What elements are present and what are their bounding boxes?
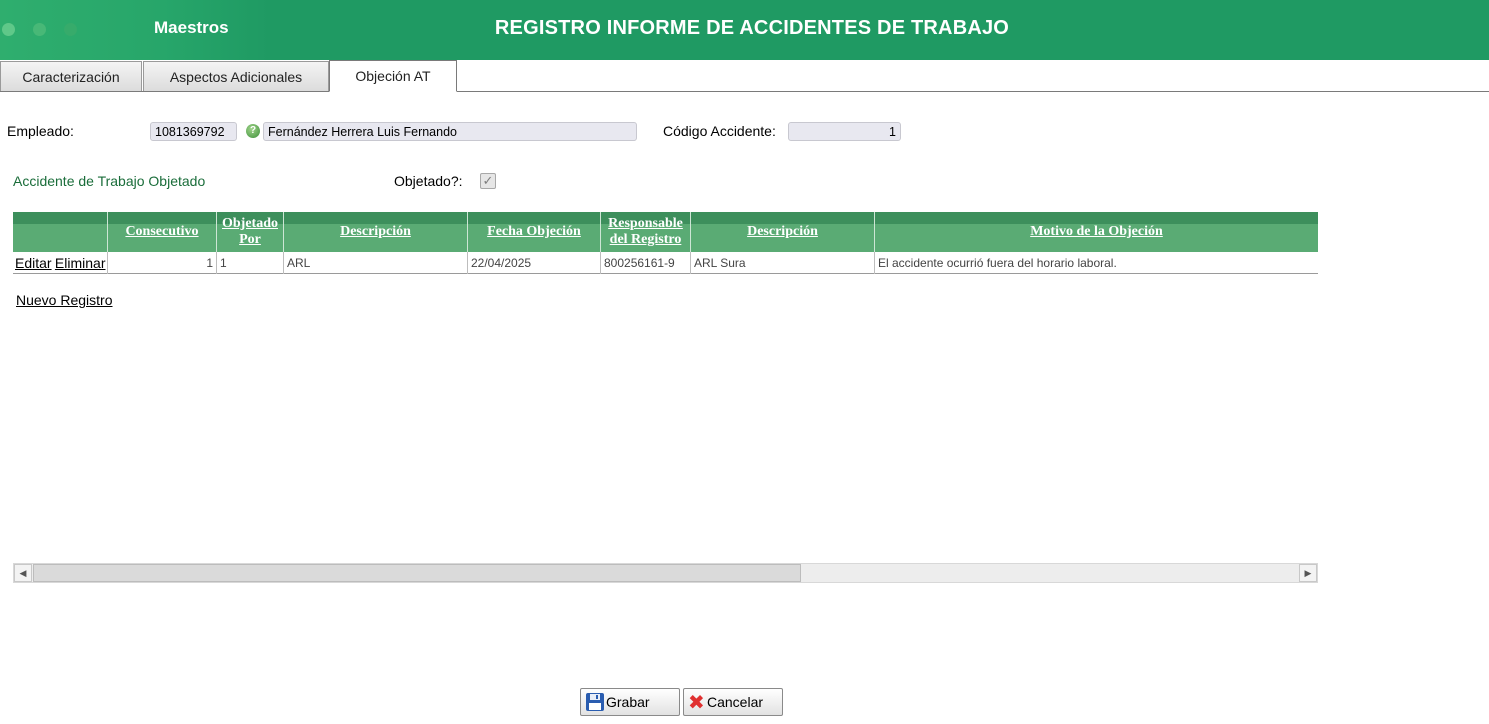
grid-col-consecutivo[interactable]: Consecutivo (107, 212, 216, 252)
objection-section-label: Accidente de Trabajo Objetado (13, 173, 206, 189)
scroll-thumb[interactable] (33, 564, 801, 582)
grid-header: Consecutivo Objetado Por Descripción Fec… (13, 212, 1318, 252)
save-button-label: Grabar (606, 694, 650, 710)
red-x-icon: ✖ (688, 690, 705, 714)
tab-divider (0, 91, 1489, 92)
cell-responsable: 800256161-9 (600, 252, 690, 274)
save-button[interactable]: Grabar (580, 688, 680, 716)
objected-checkbox[interactable]: ✓ (480, 173, 496, 189)
cancel-button-label: Cancelar (707, 694, 764, 710)
row-actions: Editar Eliminar (13, 252, 107, 274)
accident-code-label: Código Accidente: (663, 123, 776, 139)
tab-objecion-at[interactable]: Objeción AT (329, 60, 457, 92)
employee-label: Empleado: (7, 123, 74, 139)
grid-col-objetado-por[interactable]: Objetado Por (216, 212, 283, 252)
cell-consecutivo: 1 (107, 252, 216, 274)
grid-col-motivo[interactable]: Motivo de la Objeción (874, 212, 1318, 252)
employee-name-field: Fernández Herrera Luis Fernando (263, 122, 637, 141)
objected-label: Objetado?: (394, 173, 463, 189)
employee-id-field: 1081369792 (150, 122, 237, 141)
tab-caracterizacion[interactable]: Caracterización (0, 61, 142, 91)
floppy-disk-icon (585, 692, 605, 712)
grid-col-responsable[interactable]: Responsable del Registro (600, 212, 690, 252)
scroll-left-icon[interactable]: ◀ (14, 564, 32, 582)
cell-descripcion-2: ARL Sura (690, 252, 874, 274)
grid-col-descripcion[interactable]: Descripción (283, 212, 467, 252)
cell-motivo: El accidente ocurrió fuera del horario l… (874, 252, 1318, 274)
grid-col-actions (13, 212, 107, 252)
accident-code-field: 1 (788, 122, 901, 141)
scroll-right-icon[interactable]: ▶ (1299, 564, 1317, 582)
edit-link[interactable]: Editar (15, 255, 52, 271)
cancel-button[interactable]: ✖ Cancelar (683, 688, 783, 716)
tab-aspectos-adicionales[interactable]: Aspectos Adicionales (143, 61, 329, 91)
table-row: Editar Eliminar 1 1 ARL 22/04/2025 80025… (13, 252, 1318, 274)
new-record-link[interactable]: Nuevo Registro (16, 292, 113, 308)
help-icon[interactable]: ? (246, 124, 260, 138)
cell-objetado-por: 1 (216, 252, 283, 274)
delete-link[interactable]: Eliminar (55, 255, 106, 271)
cell-fecha: 22/04/2025 (467, 252, 600, 274)
page-title: REGISTRO INFORME DE ACCIDENTES DE TRABAJ… (494, 17, 1010, 39)
app-header: Maestros REGISTRO INFORME DE ACCIDENTES … (0, 0, 1489, 60)
grid-col-descripcion-2[interactable]: Descripción (690, 212, 874, 252)
horizontal-scrollbar[interactable]: ◀ ▶ (13, 563, 1318, 583)
grid-col-fecha-objecion[interactable]: Fecha Objeción (467, 212, 600, 252)
cell-descripcion: ARL (283, 252, 467, 274)
